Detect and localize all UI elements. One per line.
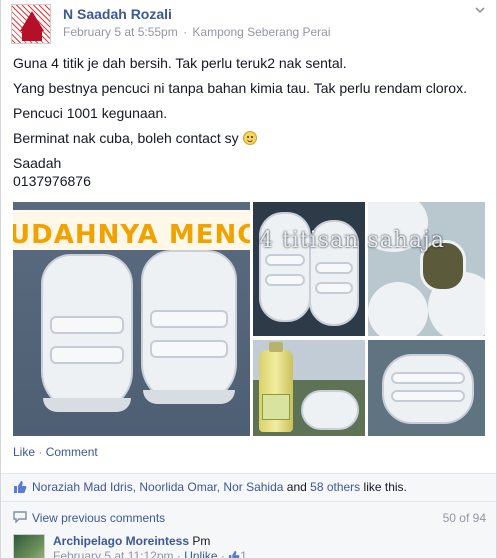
signature-name: Saadah — [13, 155, 62, 171]
shoe-left — [41, 254, 133, 412]
shoe-small — [301, 390, 359, 430]
commenter-name[interactable]: Archipelago Moreintess — [53, 534, 189, 548]
comments-header: View previous comments 50 of 94 — [1, 502, 496, 532]
photo-shoes-top[interactable] — [253, 202, 365, 336]
comment-line: Archipelago Moreintess Pm — [53, 534, 210, 548]
avatar-base — [22, 31, 42, 41]
likes-and: and — [283, 480, 311, 494]
post-location[interactable]: Kampong Seberang Perai — [192, 25, 330, 39]
unlike-link[interactable]: Unlike — [184, 549, 217, 558]
post-body: Guna 4 titik je dah bersih. Tak perlu te… — [13, 54, 485, 190]
signature-phone: 0137976876 — [13, 173, 91, 189]
post-actions: Like · Comment — [13, 445, 98, 459]
comment-like-count[interactable]: 1 — [240, 549, 247, 558]
shoe-sole — [43, 398, 131, 412]
comment-text: Pm — [192, 534, 211, 548]
post-line-4: Berminat nak cuba, boleh contact sy — [13, 130, 239, 146]
speech-bubble-icon — [13, 511, 27, 523]
shoe-strap — [391, 372, 465, 384]
foam-bubble — [368, 282, 428, 336]
photo-clean-shoes[interactable] — [368, 340, 485, 436]
smiley-icon — [242, 131, 257, 145]
shoe-strap — [150, 310, 228, 328]
comment-link[interactable]: Comment — [46, 445, 98, 459]
likes-suffix: like this. — [360, 480, 407, 494]
comments-count: 50 of 94 — [442, 511, 486, 525]
post-header: N Saadah Rozali February 5 at 5:55pm · K… — [11, 4, 491, 44]
post-meta: February 5 at 5:55pm · Kampong Seberang … — [63, 25, 331, 39]
photo-main-shoes[interactable]: UDAHNYA MENCUCI — [13, 202, 250, 436]
shoe-strap — [150, 340, 228, 358]
comment-item: Archipelago Moreintess Pm February 5 at … — [1, 532, 496, 559]
shoe-strap — [391, 390, 465, 402]
comment-meta: February 5 at 11:12pm · Unlike · 1 — [53, 549, 247, 559]
shoe-strap — [50, 346, 124, 364]
bottle-cap — [269, 342, 283, 352]
photo-foam[interactable] — [368, 202, 485, 336]
likes-others-link[interactable]: 58 others — [310, 480, 360, 494]
author-name[interactable]: N Saadah Rozali — [63, 6, 172, 22]
actions-separator: · — [35, 445, 46, 459]
like-link[interactable]: Like — [13, 445, 35, 459]
commenter-avatar[interactable] — [13, 534, 45, 558]
photo-banner: UDAHNYA MENCUCI — [13, 210, 250, 250]
shoe-strap — [314, 282, 354, 294]
photo-banner-text: UDAHNYA MENCUCI — [13, 220, 250, 250]
bottle-label — [262, 394, 290, 420]
shoe-strap — [264, 254, 306, 266]
photo-grid: UDAHNYA MENCUCI — [13, 202, 485, 436]
cleaner-bottle — [259, 342, 293, 432]
comment-meta-sep: · — [217, 549, 229, 559]
shoe-sole — [143, 390, 235, 404]
comment-timestamp[interactable]: February 5 at 11:12pm — [53, 549, 174, 558]
post-line-4-wrap: Berminat nak cuba, boleh contact sy — [13, 129, 485, 147]
shoe-strap — [264, 274, 306, 286]
post-line-1: Guna 4 titik je dah bersih. Tak perlu te… — [13, 55, 347, 71]
chevron-down-icon[interactable] — [473, 4, 487, 18]
shoe-right — [141, 250, 237, 404]
comment-meta-sep: · — [173, 549, 185, 559]
likes-text: Noraziah Mad Idris, Noorlida Omar, Nor S… — [32, 480, 407, 494]
meta-separator: · — [183, 25, 188, 39]
likers-names[interactable]: Noraziah Mad Idris, Noorlida Omar, Nor S… — [32, 480, 283, 494]
photo-overlay-text: 4 titisan sahaja — [259, 228, 445, 253]
post-line-3: Pencuci 1001 kegunaan. — [13, 105, 168, 121]
shoe-strap — [314, 262, 354, 274]
view-previous-comments[interactable]: View previous comments — [32, 511, 165, 525]
chevron-svg — [475, 7, 485, 14]
photo-bottle[interactable] — [253, 340, 365, 436]
thumbs-up-icon — [229, 550, 240, 558]
likes-summary: Noraziah Mad Idris, Noorlida Omar, Nor S… — [1, 474, 496, 501]
post-card: N Saadah Rozali February 5 at 5:55pm · K… — [0, 0, 497, 559]
post-line-2: Yang bestnya pencuci ni tanpa bahan kimi… — [13, 80, 467, 96]
shoe-pair — [382, 354, 474, 424]
avatar-roof — [20, 11, 44, 31]
thumbs-up-icon — [14, 481, 27, 493]
post-signature: Saadah 0137976876 — [13, 154, 485, 190]
shoe-strap — [50, 316, 124, 334]
post-timestamp[interactable]: February 5 at 5:55pm — [63, 25, 178, 39]
author-avatar[interactable] — [11, 4, 51, 44]
